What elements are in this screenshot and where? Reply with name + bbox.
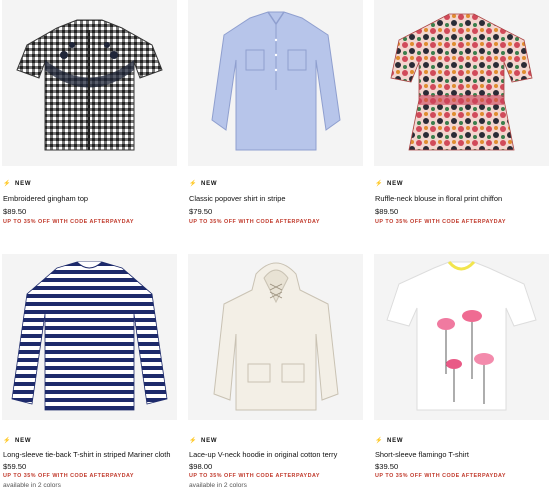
new-badge: ⚡ NEW [3, 181, 32, 187]
product-price: $89.50 [3, 207, 27, 216]
product-image[interactable] [374, 0, 549, 166]
product-image[interactable] [188, 254, 363, 420]
bolt-icon: ⚡ [375, 438, 384, 444]
product-image[interactable] [2, 0, 177, 166]
product-name[interactable]: Classic popover shirt in stripe [189, 194, 286, 203]
available-colors[interactable]: available in 2 colors [3, 482, 61, 489]
striped-tshirt-image [11, 261, 168, 411]
bolt-icon: ⚡ [3, 181, 12, 187]
product-price: $39.50 [375, 462, 399, 471]
product-card[interactable]: ⚡ NEW Long-sleeve tie-back T-shirt in str… [2, 254, 177, 489]
new-badge: ⚡ NEW [189, 438, 218, 444]
popover-shirt-image [211, 11, 341, 151]
product-image[interactable] [188, 0, 363, 166]
product-card[interactable]: ⚡ NEW Ruffle-neck blouse in floral print … [374, 0, 549, 230]
new-badge: ⚡ NEW [189, 181, 218, 187]
hoodie-image [213, 262, 339, 411]
promo-text: UP TO 35% OFF WITH CODE AFTERPAYDAY [375, 219, 507, 225]
bolt-icon: ⚡ [189, 438, 198, 444]
product-card[interactable]: ⚡ NEW Classic popover shirt in stripe $79… [188, 0, 363, 230]
promo-text: UP TO 35% OFF WITH CODE AFTERPAYDAY [3, 473, 135, 479]
product-price: $98.00 [189, 462, 213, 471]
product-image[interactable] [2, 254, 177, 420]
product-card[interactable]: ⚡ NEW Short-sleeve flamingo T-shirt $39.5… [374, 254, 549, 489]
promo-text: UP TO 35% OFF WITH CODE AFTERPAYDAY [3, 219, 135, 225]
available-colors[interactable]: available in 2 colors [189, 482, 247, 489]
product-price: $79.50 [189, 207, 213, 216]
promo-text: UP TO 35% OFF WITH CODE AFTERPAYDAY [189, 219, 321, 225]
product-price: $59.50 [3, 462, 27, 471]
flamingo-tshirt-image [386, 260, 537, 411]
bolt-icon: ⚡ [375, 181, 384, 187]
product-name[interactable]: Lace-up V-neck hoodie in original cotton… [189, 450, 337, 459]
product-price: $89.50 [375, 207, 399, 216]
product-name[interactable]: Embroidered gingham top [3, 194, 88, 203]
product-card[interactable]: ⚡ NEW Lace-up V-neck hoodie in original c… [188, 254, 363, 489]
product-name[interactable]: Ruffle-neck blouse in floral print chiff… [375, 194, 502, 203]
new-badge: ⚡ NEW [375, 181, 404, 187]
new-badge: ⚡ NEW [375, 438, 404, 444]
product-image[interactable] [374, 254, 549, 420]
floral-blouse-image [390, 13, 533, 151]
embroidered-gingham-top-image [16, 19, 163, 151]
bolt-icon: ⚡ [3, 438, 12, 444]
promo-text: UP TO 35% OFF WITH CODE AFTERPAYDAY [375, 473, 507, 479]
promo-text: UP TO 35% OFF WITH CODE AFTERPAYDAY [189, 473, 321, 479]
product-name[interactable]: Long-sleeve tie-back T-shirt in striped … [3, 450, 170, 459]
bolt-icon: ⚡ [189, 181, 198, 187]
product-name[interactable]: Short-sleeve flamingo T-shirt [375, 450, 469, 459]
new-badge: ⚡ NEW [3, 438, 32, 444]
product-card[interactable]: ⚡ NEW Embroidered gingham top $89.50 UP T… [2, 0, 177, 230]
